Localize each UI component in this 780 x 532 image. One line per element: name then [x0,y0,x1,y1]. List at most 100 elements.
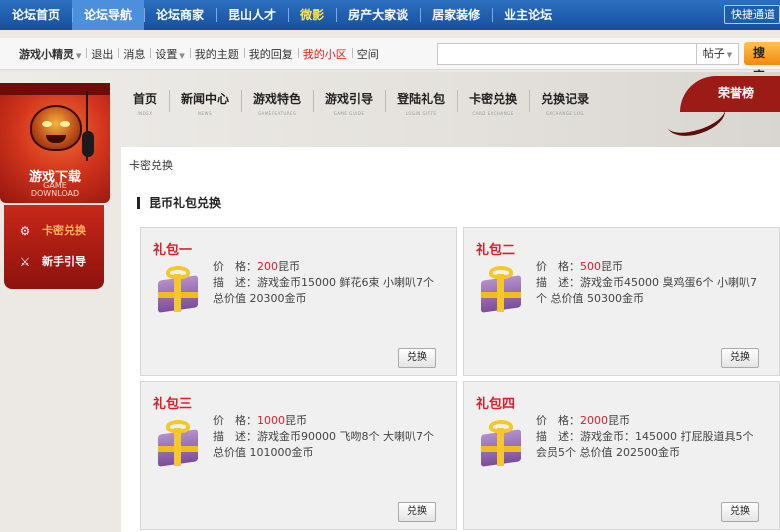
username: 游戏小精灵 [19,47,74,61]
chevron-down-icon: ▼ [726,51,733,59]
gamenav-login-gifts[interactable]: 登陆礼包 LOGIN GIFTS [385,72,457,152]
main-panel: 卡密兑换 昆币礼包兑换 礼包一 价 格：200昆币 描 述：游戏金币15000 … [121,147,780,532]
quick-access-button[interactable]: 快捷通道 [724,5,780,24]
left-sidebar: 游戏下载 GAME DOWNLOAD ⚙ 卡密兑换 ⚔ 新手引导 [0,83,110,293]
gamenav-exchange-log[interactable]: 兑换记录 EXCHANGE LOG [529,72,601,152]
gamenav-label: 游戏引导 [325,92,374,106]
price-currency: 昆币 [608,414,630,427]
desc-label: 描 述： [213,276,257,289]
download-sublabel: GAME DOWNLOAD [0,182,110,198]
gift-description: 描 述：游戏金币：145000 打屁股道具5个 会员5个 总价值 202500金… [536,429,766,461]
search-type-select[interactable]: 帖子 ▼ [697,43,739,65]
price-label: 价 格： [536,260,580,273]
gift-price: 价 格：1000昆币 [213,412,307,428]
gamenav-sublabel: GAMEFEATURES [257,111,297,116]
chevron-down-icon: ▼ [76,51,82,60]
my-replies-link[interactable]: 我的回复 [243,46,298,62]
breadcrumb: 卡密兑换 [129,159,173,172]
gift-title: 礼包二 [476,243,516,258]
price-currency: 昆币 [278,260,300,273]
gift-card-3: 礼包三 价 格：1000昆币 描 述：游戏金币90000 飞吻8个 大喇叭7个 … [140,381,457,530]
topnav-jobs[interactable]: 昆山人才 [216,0,288,30]
left-menu-card-exchange[interactable]: ⚙ 卡密兑换 [18,221,86,241]
price-currency: 昆币 [601,260,623,273]
gamenav-label: 游戏特色 [253,92,302,106]
redeem-button[interactable]: 兑换 [721,502,759,522]
topnav-home[interactable]: 论坛首页 [0,0,72,30]
gamenav-news[interactable]: 新闻中心 NEWS [169,72,241,152]
gift-box-icon [477,420,525,467]
gift-box-icon [154,420,202,467]
my-community-link[interactable]: 我的小区 [297,46,352,62]
price-currency: 昆币 [285,414,307,427]
chevron-down-icon: ▼ [179,51,185,60]
price-value: 500 [580,260,601,273]
gamenav-sublabel: INDEX [137,111,153,116]
search-button[interactable]: 搜 索 [744,42,780,83]
tassel-icon [82,91,100,161]
topnav-owners[interactable]: 业主论坛 [492,0,564,30]
gift-title: 礼包三 [153,397,193,412]
topnav-forum-nav[interactable]: 论坛导航 [72,0,145,30]
gamenav-features[interactable]: 游戏特色 GAMEFEATURES [241,72,313,152]
gift-card-4: 礼包四 价 格：2000昆币 描 述：游戏金币：145000 打屁股道具5个 会… [463,381,780,530]
gift-card-1: 礼包一 价 格：200昆币 描 述：游戏金币15000 鲜花6束 小喇叭7个 总… [140,227,457,376]
download-sublabel-line2: DOWNLOAD [30,189,80,198]
left-menu-beginner-guide[interactable]: ⚔ 新手引导 [18,252,86,272]
gift-price: 价 格：500昆币 [536,258,623,274]
messages-link[interactable]: 消息 [118,46,150,62]
sword-icon: ⚔ [19,255,31,269]
gift-box-icon [477,266,525,313]
price-value: 200 [257,260,278,273]
search-input[interactable] [437,43,697,65]
game-download-button[interactable]: 游戏下载 GAME DOWNLOAD [0,83,110,203]
price-value: 2000 [580,414,608,427]
left-menu-label: 卡密兑换 [42,224,86,237]
gamenav-label: 登陆礼包 [397,92,446,106]
gamenav-sublabel: EXCHANGE LOG [546,111,584,116]
settings-menu[interactable]: 设置 ▼ [150,46,189,62]
gamenav-sublabel: GAME GUIDE [333,111,365,116]
section-title: 昆币礼包兑换 [137,197,221,209]
topnav-decoration[interactable]: 居家装修 [420,0,492,30]
gamenav-guide[interactable]: 游戏引导 GAME GUIDE [313,72,385,152]
gamenav-index[interactable]: 首页 INDEX [121,72,169,152]
gift-box-icon [154,266,202,313]
my-threads-link[interactable]: 我的主题 [189,46,244,62]
gamenav-sublabel: CARD EXCHANGE [472,111,514,116]
gamenav-card-exchange[interactable]: 卡密兑换 CARD EXCHANGE [457,72,529,152]
gamenav-label: 新闻中心 [181,92,230,106]
price-label: 价 格： [213,260,257,273]
gamenav-label: 卡密兑换 [469,92,518,106]
gift-card-2: 礼包二 价 格：500昆币 描 述：游戏金币45000 臭鸡蛋6个 小喇叭7个 … [463,227,780,376]
desc-label: 描 述： [536,430,580,443]
gamenav-label: 兑换记录 [541,92,590,106]
game-nav: 首页 INDEX 新闻中心 NEWS 游戏特色 GAMEFEATURES 游戏引导 GA… [121,72,601,152]
space-link[interactable]: 空间 [351,46,384,62]
topnav-weiying[interactable]: 微影 [288,0,336,30]
gift-description: 描 述：游戏金币15000 鲜花6束 小喇叭7个 总价值 20300金币 [213,275,443,307]
redeem-button[interactable]: 兑换 [398,502,436,522]
settings-label: 设置 [155,47,178,61]
gamenav-sublabel: NEWS [198,111,213,116]
left-menu: ⚙ 卡密兑换 ⚔ 新手引导 [4,205,104,289]
gift-description: 描 述：游戏金币90000 飞吻8个 大喇叭7个 总价值 101000金币 [213,429,443,461]
price-label: 价 格： [536,414,580,427]
topnav-realestate[interactable]: 房产大家谈 [336,0,420,30]
top-nav: 论坛首页 论坛导航 论坛商家 昆山人才 微影 房产大家谈 居家装修 业主论坛 [0,0,780,30]
price-value: 1000 [257,414,285,427]
username-menu[interactable]: 游戏小精灵 ▼ [14,46,86,62]
gear-icon: ⚙ [19,224,31,238]
logout-link[interactable]: 退出 [86,46,118,62]
gift-description: 描 述：游戏金币45000 臭鸡蛋6个 小喇叭7个 总价值 50300金币 [536,275,766,307]
redeem-button[interactable]: 兑换 [398,348,436,368]
desc-label: 描 述： [536,276,580,289]
left-menu-label: 新手引导 [42,255,86,268]
topnav-merchants[interactable]: 论坛商家 [144,0,216,30]
honor-board-link[interactable]: 荣誉榜 [680,76,780,112]
gift-title: 礼包一 [153,243,193,258]
redeem-button[interactable]: 兑换 [721,348,759,368]
gift-price: 价 格：2000昆币 [536,412,630,428]
lion-mask-icon [30,105,82,151]
desc-label: 描 述： [213,430,257,443]
